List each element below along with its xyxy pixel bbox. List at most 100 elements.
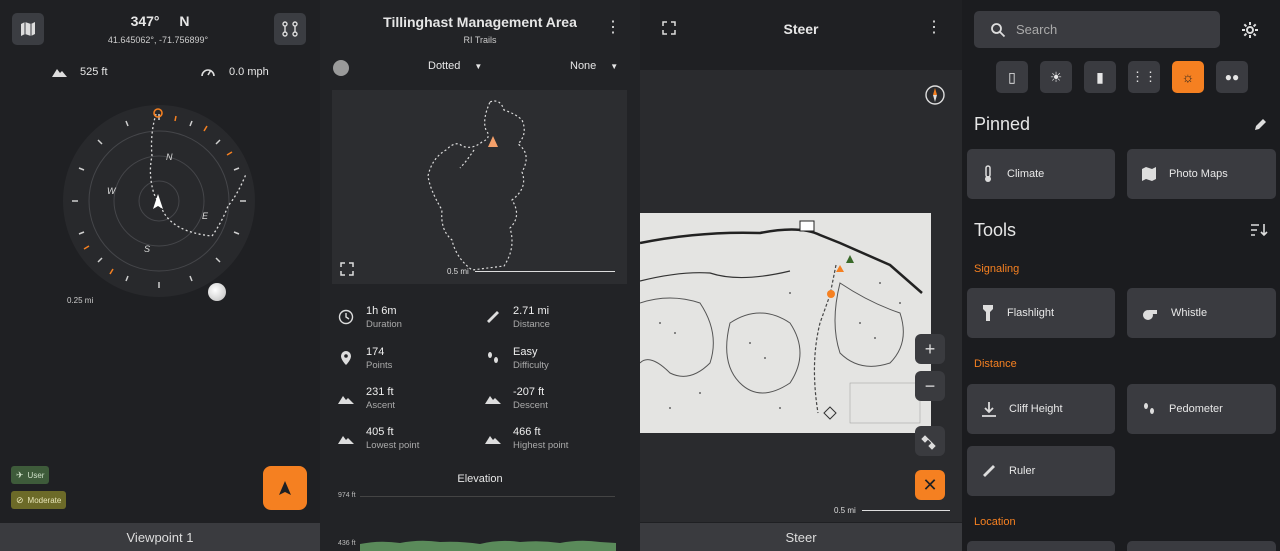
- tool-flashlight-label: Flashlight: [1007, 307, 1055, 319]
- path-map-scale: 0.5 mi: [447, 267, 469, 276]
- mountain-icon: [485, 436, 501, 444]
- photo-map-image: [640, 213, 931, 433]
- tool-pedometer[interactable]: Pedometer: [1127, 384, 1276, 434]
- elevation-chart[interactable]: [360, 536, 616, 551]
- pinned-photo-maps-label: Photo Maps: [1169, 168, 1228, 180]
- mountain-icon: [338, 436, 354, 444]
- pinned-heading: Pinned: [974, 114, 1031, 134]
- toolbar-astronomy[interactable]: ☼: [1172, 61, 1204, 93]
- flashlight-icon: [983, 305, 993, 321]
- path-map[interactable]: 0.5 mi: [332, 90, 627, 284]
- speed-value: 0.0 mph: [229, 66, 269, 78]
- close-steer-button[interactable]: ✕: [915, 470, 945, 500]
- photo-map-view[interactable]: + − ✕ 0.5 mi: [640, 70, 962, 522]
- compass-n: N: [166, 152, 173, 162]
- tool-ruler[interactable]: Ruler: [967, 446, 1115, 496]
- stat-label: Lowest point: [366, 440, 420, 451]
- color-swatch[interactable]: [333, 60, 349, 76]
- stat-label: Duration: [366, 319, 402, 330]
- heading-direction: N: [179, 13, 190, 29]
- heading-readout: 347° N: [0, 13, 320, 29]
- flashlight-icon: ▯: [1008, 68, 1016, 85]
- more-menu-icon[interactable]: ⋮: [926, 20, 942, 36]
- stat-highest-point: 466 ft Highest point: [485, 426, 635, 460]
- tool-whistle-label: Whistle: [1171, 307, 1208, 319]
- coordinates: 41.645062°, -71.756899°: [107, 35, 209, 45]
- tools-heading: Tools: [974, 220, 1017, 240]
- steer-map-scale: 0.5 mi: [834, 506, 856, 515]
- beacon-bar[interactable]: Viewpoint 1: [0, 523, 320, 551]
- gear-icon[interactable]: [1241, 21, 1259, 39]
- stat-value: -207 ft: [513, 386, 545, 398]
- fullscreen-icon[interactable]: [340, 262, 354, 276]
- ruler-icon: [487, 311, 499, 323]
- compass-small-icon: ⊘: [16, 494, 24, 505]
- search-box[interactable]: Search: [974, 11, 1220, 48]
- badge-moderate: ⊘ Moderate: [11, 491, 67, 509]
- zoom-in-button[interactable]: +: [915, 334, 945, 364]
- speedometer-icon: [201, 69, 215, 77]
- route-icon: [282, 21, 298, 37]
- tools-panel: Search ▯ ☀ ▮ ⋮⋮ ☼ ●● Pinned Climate Phot…: [962, 0, 1280, 551]
- satellite-icon: ✈: [16, 469, 24, 480]
- stat-distance: 2.71 mi Distance: [485, 305, 635, 339]
- toolbar-battery[interactable]: ▮: [1084, 61, 1116, 93]
- badge-user-label: User: [27, 470, 45, 480]
- stat-label: Difficulty: [513, 360, 549, 371]
- more-menu-icon[interactable]: ⋮: [605, 20, 621, 36]
- satellite-button[interactable]: [915, 426, 945, 456]
- toolbar-paths[interactable]: ⋮⋮: [1128, 61, 1160, 93]
- path-title: Tillinghast Management Area: [383, 14, 577, 30]
- compass-dial[interactable]: N E S W: [62, 104, 256, 298]
- tool-location-1[interactable]: [967, 541, 1115, 551]
- tool-cliff-height[interactable]: Cliff Height: [967, 384, 1115, 434]
- edit-icon[interactable]: [1253, 117, 1268, 132]
- stat-value: 2.71 mi: [513, 305, 550, 317]
- elevation-title: Elevation: [457, 473, 503, 485]
- map-icon: [1142, 167, 1156, 181]
- line-style-select[interactable]: Dotted ▼: [428, 60, 482, 72]
- stat-label: Descent: [513, 400, 548, 411]
- route-button[interactable]: [274, 13, 306, 45]
- tool-flashlight[interactable]: Flashlight: [967, 288, 1115, 338]
- moon-icon: [208, 283, 226, 301]
- compass-e: E: [202, 211, 209, 221]
- elevation-min-label: 436 ft: [338, 540, 356, 547]
- whistle-icon: [1143, 310, 1157, 320]
- zoom-out-button[interactable]: −: [915, 371, 945, 401]
- stat-value: 174: [366, 346, 385, 358]
- pinned-photo-maps[interactable]: Photo Maps: [1127, 149, 1276, 199]
- stat-value: 231 ft: [366, 386, 394, 398]
- mountain-icon: [52, 69, 67, 77]
- badge-user: ✈ User: [11, 466, 50, 484]
- point-style-select[interactable]: None ▼: [570, 60, 618, 72]
- toolbar-flashlight[interactable]: ▯: [996, 61, 1028, 93]
- search-input[interactable]: Search: [1016, 22, 1057, 37]
- footprints-icon: [488, 352, 498, 363]
- stat-lowest-point: 405 ft Lowest point: [338, 426, 488, 460]
- stat-difficulty: Easy Difficulty: [485, 346, 635, 380]
- steer-title: Steer: [783, 21, 819, 37]
- badge-moderate-label: Moderate: [27, 495, 62, 505]
- tool-location-2[interactable]: [1127, 541, 1276, 551]
- path-subtitle: RI Trails: [463, 35, 497, 45]
- stat-descent: -207 ft Descent: [485, 386, 635, 420]
- route-icon: ⋮⋮: [1131, 69, 1157, 84]
- line-style-value: Dotted: [428, 60, 461, 72]
- tool-whistle[interactable]: Whistle: [1127, 288, 1276, 338]
- steer-map-scale-bar: [862, 510, 950, 511]
- stat-label: Highest point: [513, 440, 569, 451]
- pinned-climate[interactable]: Climate: [967, 149, 1115, 199]
- sort-icon[interactable]: [1250, 223, 1268, 237]
- stat-value: 466 ft: [513, 426, 541, 438]
- path-details-panel: Tillinghast Management Area RI Trails ⋮ …: [320, 0, 640, 551]
- toolbar-weather[interactable]: ☀: [1040, 61, 1072, 93]
- toolbar-pedometer[interactable]: ●●: [1216, 61, 1248, 93]
- ruler-icon: [983, 465, 995, 477]
- cliff-height-icon: [982, 402, 996, 417]
- compass-icon[interactable]: [924, 84, 946, 106]
- stat-label: Distance: [513, 319, 550, 330]
- steer-bar[interactable]: Steer: [640, 523, 962, 551]
- thermometer-icon: [985, 165, 991, 182]
- navigate-button[interactable]: [263, 466, 307, 510]
